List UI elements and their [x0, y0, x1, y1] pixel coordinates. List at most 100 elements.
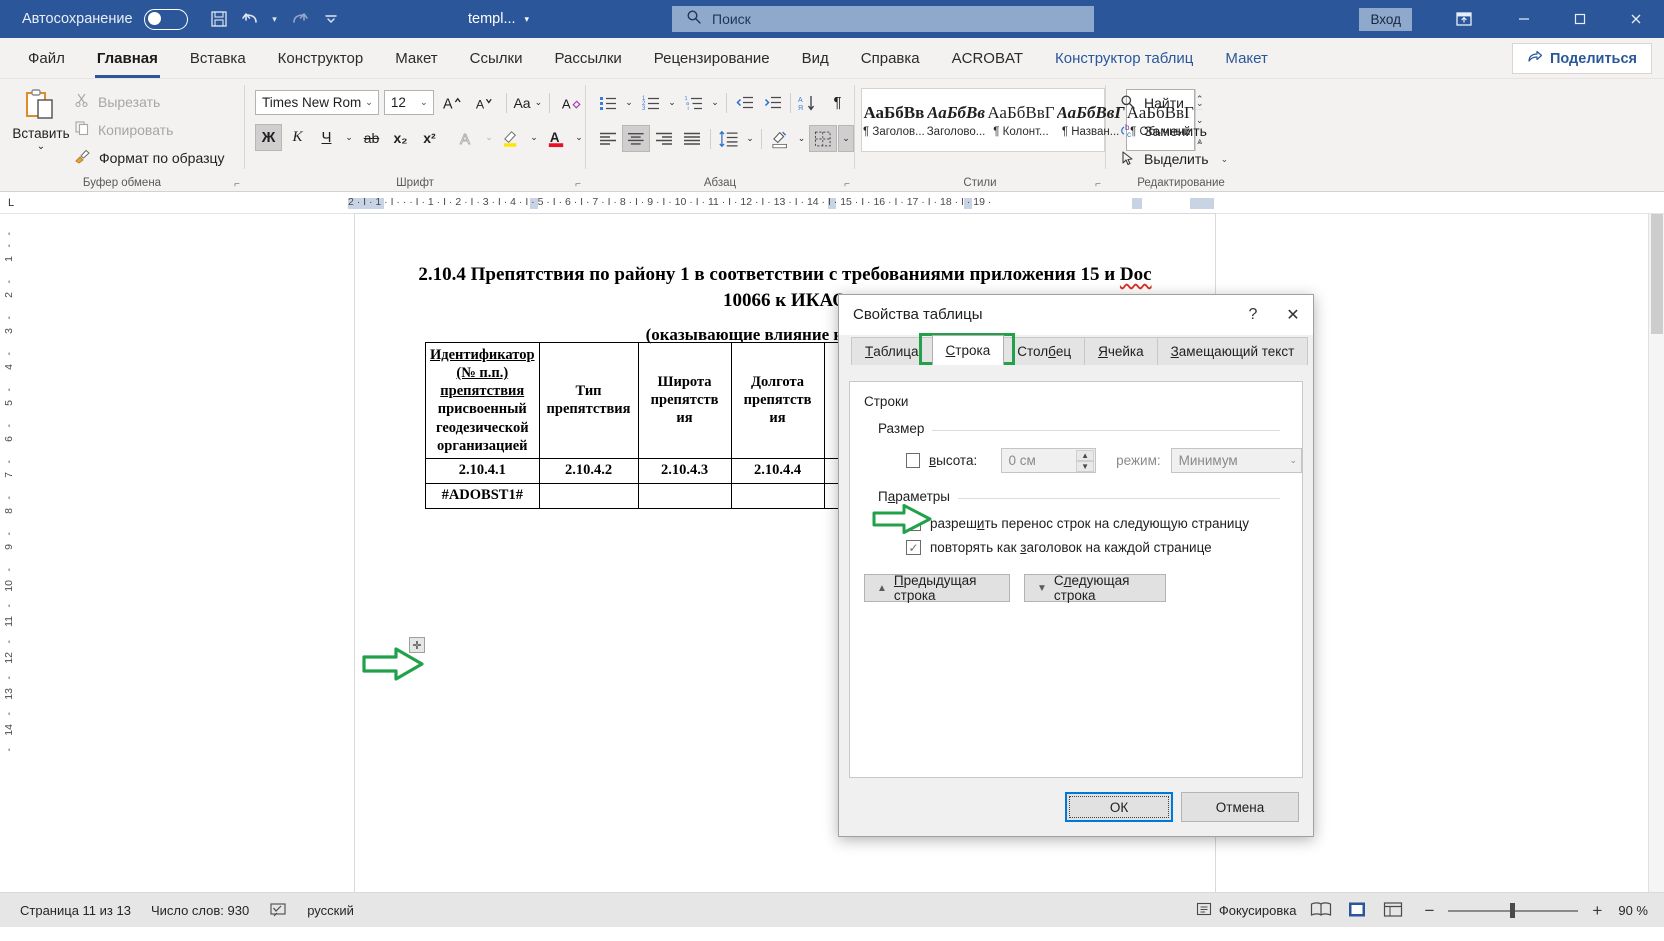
- table-properties-dialog[interactable]: Свойства таблицы ? ✕ Таблица Строка Стол…: [838, 294, 1314, 837]
- bullets-button[interactable]: [594, 89, 621, 116]
- table-cell[interactable]: 2.10.4.2: [539, 458, 638, 483]
- mode-select[interactable]: Минимум ⌄: [1171, 448, 1302, 473]
- tab-help[interactable]: Справка: [845, 38, 936, 78]
- multilevel-list-button[interactable]: 1ai: [680, 89, 707, 116]
- underline-button[interactable]: Ч: [313, 124, 340, 151]
- tab-layout[interactable]: Макет: [379, 38, 453, 78]
- horizontal-ruler[interactable]: 2 · I · 1 · I · · · I · 1 · I · 2 · I · …: [348, 195, 1214, 211]
- word-count[interactable]: Число слов: 930: [151, 903, 249, 918]
- language-indicator[interactable]: русский: [307, 903, 354, 918]
- multilevel-dropdown-icon[interactable]: ⌄: [708, 89, 722, 116]
- highlight-button[interactable]: [498, 124, 525, 151]
- line-spacing-button[interactable]: [715, 125, 742, 152]
- next-row-button[interactable]: ▼ Следующая строка: [1024, 574, 1166, 602]
- clipboard-dialog-launcher-icon[interactable]: ⌐: [234, 179, 240, 190]
- save-icon[interactable]: [204, 4, 234, 34]
- table-cell[interactable]: #ADOBST1#: [426, 483, 540, 508]
- vertical-ruler[interactable]: --1-2-3-4-5-6-7-8-9-10-11-12-13-14-: [0, 214, 22, 892]
- table-header-cell[interactable]: Широтапрепятствия: [638, 343, 731, 459]
- scrollbar-thumb[interactable]: [1651, 214, 1663, 334]
- previous-row-button[interactable]: ▲ Предыдущая строка: [864, 574, 1010, 602]
- document-title[interactable]: templ... ▾: [468, 0, 529, 38]
- table-cell[interactable]: [539, 483, 638, 508]
- height-checkbox[interactable]: ✓: [906, 453, 920, 468]
- tab-design[interactable]: Конструктор: [262, 38, 380, 78]
- cancel-button[interactable]: Отмена: [1181, 792, 1299, 822]
- focus-mode-button[interactable]: Фокусировка: [1196, 902, 1297, 919]
- font-family-combo[interactable]: Times New Rom ⌄: [255, 90, 379, 115]
- shading-dropdown-icon[interactable]: ⌄: [794, 125, 808, 152]
- underline-dropdown-icon[interactable]: ⌄: [342, 124, 356, 151]
- numbering-button[interactable]: 123: [637, 89, 664, 116]
- sort-button[interactable]: AЯ: [795, 89, 823, 116]
- replace-button[interactable]: bc Заменить: [1120, 117, 1256, 145]
- font-dialog-launcher-icon[interactable]: ⌐: [575, 179, 581, 190]
- table-cell[interactable]: [638, 483, 731, 508]
- paste-button[interactable]: Вставить ⌄: [8, 83, 74, 192]
- close-icon[interactable]: [1608, 0, 1664, 38]
- strikethrough-button[interactable]: ab: [358, 124, 385, 151]
- table-cell[interactable]: 2.10.4.1: [426, 458, 540, 483]
- web-layout-icon[interactable]: [1382, 901, 1404, 921]
- close-icon[interactable]: ✕: [1273, 300, 1313, 330]
- undo-dropdown-icon[interactable]: ▾: [268, 14, 282, 25]
- paragraph-dialog-launcher-icon[interactable]: ⌐: [844, 179, 850, 190]
- subscript-button[interactable]: x₂: [387, 124, 414, 151]
- font-color-button[interactable]: A: [543, 124, 570, 151]
- table-cell[interactable]: 2.10.4.4: [731, 458, 824, 483]
- dialog-tab-cell[interactable]: Ячейка: [1084, 337, 1158, 365]
- bullets-dropdown-icon[interactable]: ⌄: [622, 89, 636, 116]
- table-header-cell[interactable]: Идентификатор (№ п.п.) препятствия присв…: [426, 343, 540, 459]
- repeat-header-checkbox[interactable]: ✓: [906, 540, 921, 555]
- decrease-indent-button[interactable]: [731, 89, 758, 116]
- table-header-cell[interactable]: Типпрепятствия: [539, 343, 638, 459]
- help-icon[interactable]: ?: [1233, 300, 1273, 330]
- shading-button[interactable]: [766, 125, 793, 152]
- numbering-dropdown-icon[interactable]: ⌄: [665, 89, 679, 116]
- show-formatting-marks-button[interactable]: ¶: [824, 89, 851, 116]
- dialog-tab-table[interactable]: Таблица: [851, 337, 933, 365]
- style-item-heading1[interactable]: АаБбВв ¶ Заголов...: [862, 89, 926, 151]
- align-right-button[interactable]: [651, 125, 678, 152]
- align-left-button[interactable]: [594, 125, 621, 152]
- table-cell[interactable]: 2.10.4.3: [638, 458, 731, 483]
- dialog-tab-alt-text[interactable]: Замещающий текст: [1157, 337, 1309, 365]
- style-item-heading2[interactable]: АаБбВв Заголово...: [926, 89, 987, 151]
- borders-button[interactable]: [809, 125, 837, 152]
- spinner-up-icon[interactable]: ▲: [1076, 450, 1094, 461]
- undo-icon[interactable]: [236, 4, 266, 34]
- tab-file[interactable]: Файл: [12, 38, 81, 78]
- ribbon-display-options-icon[interactable]: [1440, 0, 1488, 38]
- maximize-icon[interactable]: [1552, 0, 1608, 38]
- tab-acrobat[interactable]: ACROBAT: [936, 38, 1039, 78]
- tab-view[interactable]: Вид: [786, 38, 845, 78]
- superscript-button[interactable]: x²: [416, 124, 443, 151]
- zoom-out-button[interactable]: −: [1424, 901, 1434, 921]
- print-layout-icon[interactable]: [1346, 901, 1368, 921]
- chevron-down-icon[interactable]: ⌄: [37, 142, 45, 152]
- format-painter-button[interactable]: Формат по образцу: [74, 145, 225, 170]
- styles-dialog-launcher-icon[interactable]: ⌐: [1095, 179, 1101, 190]
- table-cell[interactable]: [731, 483, 824, 508]
- zoom-in-button[interactable]: +: [1592, 901, 1602, 921]
- justify-button[interactable]: [679, 125, 706, 152]
- clear-formatting-button[interactable]: A: [558, 89, 585, 116]
- tab-home[interactable]: Главная: [81, 38, 174, 78]
- tab-table-layout[interactable]: Макет: [1209, 38, 1283, 78]
- line-spacing-dropdown-icon[interactable]: ⌄: [743, 125, 757, 152]
- page-indicator[interactable]: Страница 11 из 13: [20, 903, 131, 918]
- search-input[interactable]: Поиск: [672, 6, 1094, 32]
- font-size-combo[interactable]: 12 ⌄: [384, 90, 434, 115]
- align-center-button[interactable]: [622, 125, 650, 152]
- shrink-font-button[interactable]: A: [471, 89, 498, 116]
- increase-indent-button[interactable]: [759, 89, 786, 116]
- minimize-icon[interactable]: [1496, 0, 1552, 38]
- dialog-tab-row[interactable]: Строка: [932, 335, 1005, 365]
- change-case-button[interactable]: Aa ⌄: [514, 89, 541, 116]
- chevron-down-icon[interactable]: ⌄: [1221, 154, 1229, 165]
- select-button[interactable]: Выделить ⌄: [1120, 145, 1256, 173]
- autosave-toggle[interactable]: [144, 9, 188, 30]
- proofing-icon[interactable]: [269, 902, 287, 918]
- tab-stop-selector[interactable]: L: [0, 192, 22, 214]
- italic-button[interactable]: К: [284, 124, 311, 151]
